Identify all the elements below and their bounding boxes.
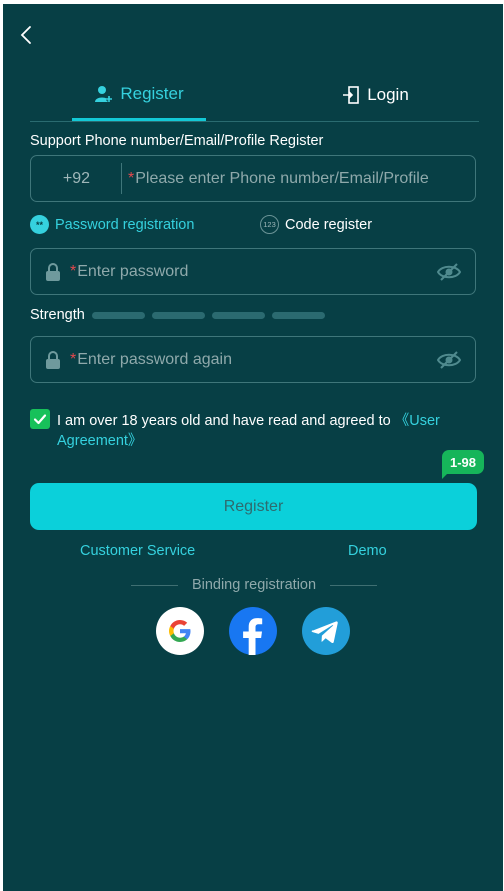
password-strength: Strength bbox=[30, 307, 325, 323]
login-door-icon bbox=[343, 86, 359, 104]
divider-line bbox=[330, 584, 378, 586]
agree-checkbox[interactable] bbox=[30, 409, 50, 429]
chevron-left-icon bbox=[20, 26, 31, 44]
binding-divider: Binding registration bbox=[131, 577, 378, 593]
auth-tabs: Register Login bbox=[30, 70, 479, 122]
binding-label: Binding registration bbox=[191, 577, 317, 593]
tab-login-label: Login bbox=[367, 85, 409, 104]
mode-code-register[interactable]: 123 Code register bbox=[260, 215, 372, 234]
agreement-statement: I am over 18 years old and have read and… bbox=[57, 413, 395, 429]
account-input[interactable]: * Please enter Phone number/Email/Profil… bbox=[128, 156, 429, 201]
tab-login[interactable]: Login bbox=[310, 70, 440, 120]
divider-line bbox=[131, 584, 178, 586]
strength-bar bbox=[151, 311, 205, 319]
facebook-icon bbox=[243, 618, 263, 655]
mode-password-label: Password registration bbox=[55, 216, 195, 233]
password-input[interactable]: * Enter password bbox=[70, 249, 188, 294]
code-mode-icon: 123 bbox=[260, 215, 279, 234]
account-placeholder: Please enter Phone number/Email/Profile bbox=[135, 169, 429, 187]
check-icon bbox=[33, 414, 47, 425]
password-again-field[interactable]: * Enter password again bbox=[30, 336, 476, 383]
required-mark: * bbox=[128, 169, 135, 187]
register-button[interactable]: Register bbox=[30, 483, 477, 530]
country-code-select[interactable]: +92 bbox=[31, 156, 122, 201]
customer-service-link[interactable]: Customer Service bbox=[80, 543, 195, 559]
agreement-text: I am over 18 years old and have read and… bbox=[57, 411, 467, 451]
user-add-icon bbox=[95, 86, 113, 102]
tab-register-label: Register bbox=[120, 84, 184, 103]
google-login-button[interactable] bbox=[156, 607, 204, 655]
password-again-placeholder: Enter password again bbox=[77, 350, 232, 368]
tab-register[interactable]: Register bbox=[72, 70, 206, 121]
eye-off-icon[interactable] bbox=[437, 262, 461, 282]
password-again-input[interactable]: * Enter password again bbox=[70, 337, 232, 382]
chat-badge[interactable]: 1-98 bbox=[442, 450, 485, 479]
strength-bar bbox=[271, 311, 325, 319]
lock-icon bbox=[46, 351, 60, 369]
support-label: Support Phone number/Email/Profile Regis… bbox=[30, 133, 324, 149]
divider bbox=[121, 163, 122, 194]
password-mode-icon: ** bbox=[30, 215, 49, 234]
mode-password-registration[interactable]: ** Password registration bbox=[30, 215, 194, 234]
password-placeholder: Enter password bbox=[77, 262, 189, 280]
register-screen: Register Login Support Phone number/Emai… bbox=[3, 4, 503, 891]
required-mark: * bbox=[70, 262, 77, 280]
strength-label: Strength bbox=[30, 307, 85, 323]
google-icon bbox=[169, 620, 191, 642]
required-mark: * bbox=[70, 350, 77, 368]
account-field[interactable]: +92 * Please enter Phone number/Email/Pr… bbox=[30, 155, 476, 202]
telegram-login-button[interactable] bbox=[302, 607, 350, 655]
mode-code-label: Code register bbox=[285, 216, 373, 233]
demo-link[interactable]: Demo bbox=[348, 543, 387, 559]
strength-bar bbox=[211, 311, 265, 319]
register-mode-options: ** Password registration 123 Code regist… bbox=[30, 215, 476, 237]
password-field[interactable]: * Enter password bbox=[30, 248, 476, 295]
facebook-login-button[interactable] bbox=[229, 607, 277, 655]
strength-bar bbox=[91, 311, 145, 319]
lock-icon bbox=[46, 263, 60, 281]
eye-off-icon[interactable] bbox=[437, 350, 461, 370]
country-code: +92 bbox=[62, 169, 91, 187]
telegram-icon bbox=[311, 621, 338, 643]
back-button[interactable] bbox=[17, 24, 37, 46]
